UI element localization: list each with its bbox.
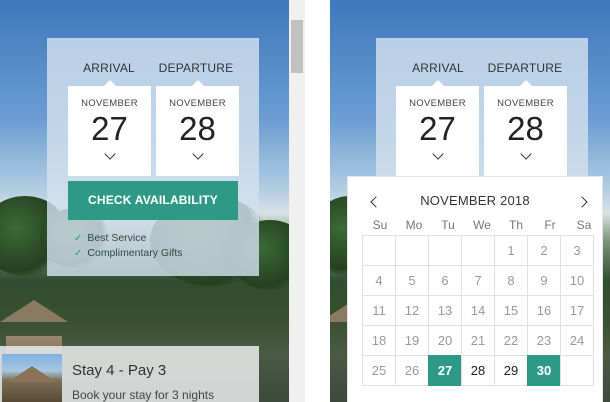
departure-date-picker[interactable]: NOVEMBER 28 [484,80,567,176]
calendar-day-disabled: 19 [395,325,429,356]
calendar-day-disabled: 15 [494,295,528,326]
promo-thumbnail-image [2,354,62,402]
departure-month: NOVEMBER [169,98,226,109]
calendar-grid: 1 2 3 4 5 6 7 8 9 10 11 12 13 14 15 16 17 18 19 20 21 22 23 24 2… [362,235,602,386]
booking-panel-right: ARRIVAL DEPARTURE NOVEMBER 27 NOVEMBER 2… [376,38,588,198]
calendar-day-disabled: 5 [395,265,429,296]
perk-item: ✓ Complimentary Gifts [74,247,183,259]
arrival-date-picker[interactable]: NOVEMBER 27 [396,80,479,176]
arrival-month: NOVEMBER [409,98,466,109]
weekday-label: Th [508,218,523,232]
calendar-month-title: NOVEMBER 2018 [420,193,530,208]
calendar-day-disabled: 7 [461,265,495,296]
chevron-right-icon[interactable] [574,193,590,209]
calendar-day-disabled: 2 [527,235,561,266]
calendar-week-row: 25 26 27 28 29 30 [362,355,602,386]
calendar-day-disabled: 11 [362,295,396,326]
calendar-day-disabled: 26 [395,355,429,386]
calendar-week-row: 123 [362,235,602,266]
weekday-label: Mo [405,218,423,232]
departure-label: DEPARTURE [158,61,234,75]
departure-date-picker[interactable]: NOVEMBER 28 [156,80,239,176]
calendar-week-row: 4 5 6 7 8 9 10 [362,265,602,296]
check-icon: ✓ [74,248,83,259]
calendar-day-selected[interactable]: 30 [527,355,561,386]
calendar-day[interactable]: 28 [461,355,495,386]
arrival-label: ARRIVAL [412,61,464,75]
arrival-day: 27 [91,110,128,147]
calendar-empty-cell [395,235,429,266]
calendar-day-disabled: 16 [527,295,561,326]
promo-title: Stay 4 - Pay 3 [72,362,167,379]
calendar-empty-cell [461,235,495,266]
promo-card[interactable]: Stay 4 - Pay 3 Book your stay for 3 nigh… [0,346,259,402]
calendar-day-disabled: 1 [494,235,528,266]
chevron-down-icon [68,148,151,161]
check-availability-button[interactable]: CHECK AVAILABILITY [68,181,238,220]
calendar-day-selected[interactable]: 27 [428,355,462,386]
arrival-date-picker[interactable]: NOVEMBER 27 [68,80,151,176]
calendar-day-disabled: 21 [461,325,495,356]
weekday-label: Su [372,218,388,232]
weekday-label: We [473,218,491,232]
calendar-day-disabled: 23 [527,325,561,356]
weekday-header-row: Su Mo Tu We Th Fr Sa [363,218,602,234]
scrollbar-thumb[interactable] [291,20,303,73]
calendar-week-row: 18 19 20 21 22 23 24 [362,325,602,356]
perk-label: Complimentary Gifts [87,247,183,259]
calendar-day-disabled: 14 [461,295,495,326]
calendar-day-disabled: 4 [362,265,396,296]
calendar-day-disabled: 20 [428,325,462,356]
calendar-day-disabled: 9 [527,265,561,296]
calendar-empty-cell [428,235,462,266]
arrival-month: NOVEMBER [81,98,138,109]
chevron-down-icon [396,148,479,161]
calendar-day-disabled: 25 [362,355,396,386]
hut-image [0,300,68,322]
promo-subtitle: Book your stay for 3 nights [72,388,215,402]
calendar-header: NOVEMBER 2018 [348,191,602,211]
weekday-label: Fr [544,218,556,232]
calendar-day[interactable]: 29 [494,355,528,386]
calendar-day-disabled: 3 [560,235,594,266]
chevron-down-icon [156,148,239,161]
calendar-empty-cell [560,355,594,386]
calendar-day-disabled: 8 [494,265,528,296]
departure-day: 28 [179,110,216,147]
perk-label: Best Service [87,232,147,244]
calendar-day-disabled: 22 [494,325,528,356]
calendar-day-disabled: 10 [560,265,594,296]
calendar-day-disabled: 13 [428,295,462,326]
perk-item: ✓ Best Service [74,232,146,244]
departure-month: NOVEMBER [497,98,554,109]
arrival-day: 27 [419,110,456,147]
arrival-label: ARRIVAL [83,61,135,75]
weekday-label: Tu [441,218,455,232]
calendar-week-row: 11 12 13 14 15 16 17 [362,295,602,326]
calendar-day-disabled: 17 [560,295,594,326]
check-icon: ✓ [74,233,83,244]
calendar-day-disabled: 12 [395,295,429,326]
calendar-day-disabled: 18 [362,325,396,356]
booking-panel-left: ARRIVAL DEPARTURE NOVEMBER 27 NOVEMBER 2… [47,38,259,276]
departure-label: DEPARTURE [487,61,563,75]
calendar-empty-cell [362,235,396,266]
departure-day: 28 [507,110,544,147]
weekday-label: Sa [576,218,592,232]
chevron-down-icon [484,148,567,161]
calendar-popup: NOVEMBER 2018 Su Mo Tu We Th Fr Sa 1 2 3 4 5 6 7 8 9 10… [348,177,602,402]
calendar-day-disabled: 24 [560,325,594,356]
screenshot-root: ARRIVAL DEPARTURE NOVEMBER 27 NOVEMBER 2… [0,0,610,402]
calendar-day-disabled: 6 [428,265,462,296]
